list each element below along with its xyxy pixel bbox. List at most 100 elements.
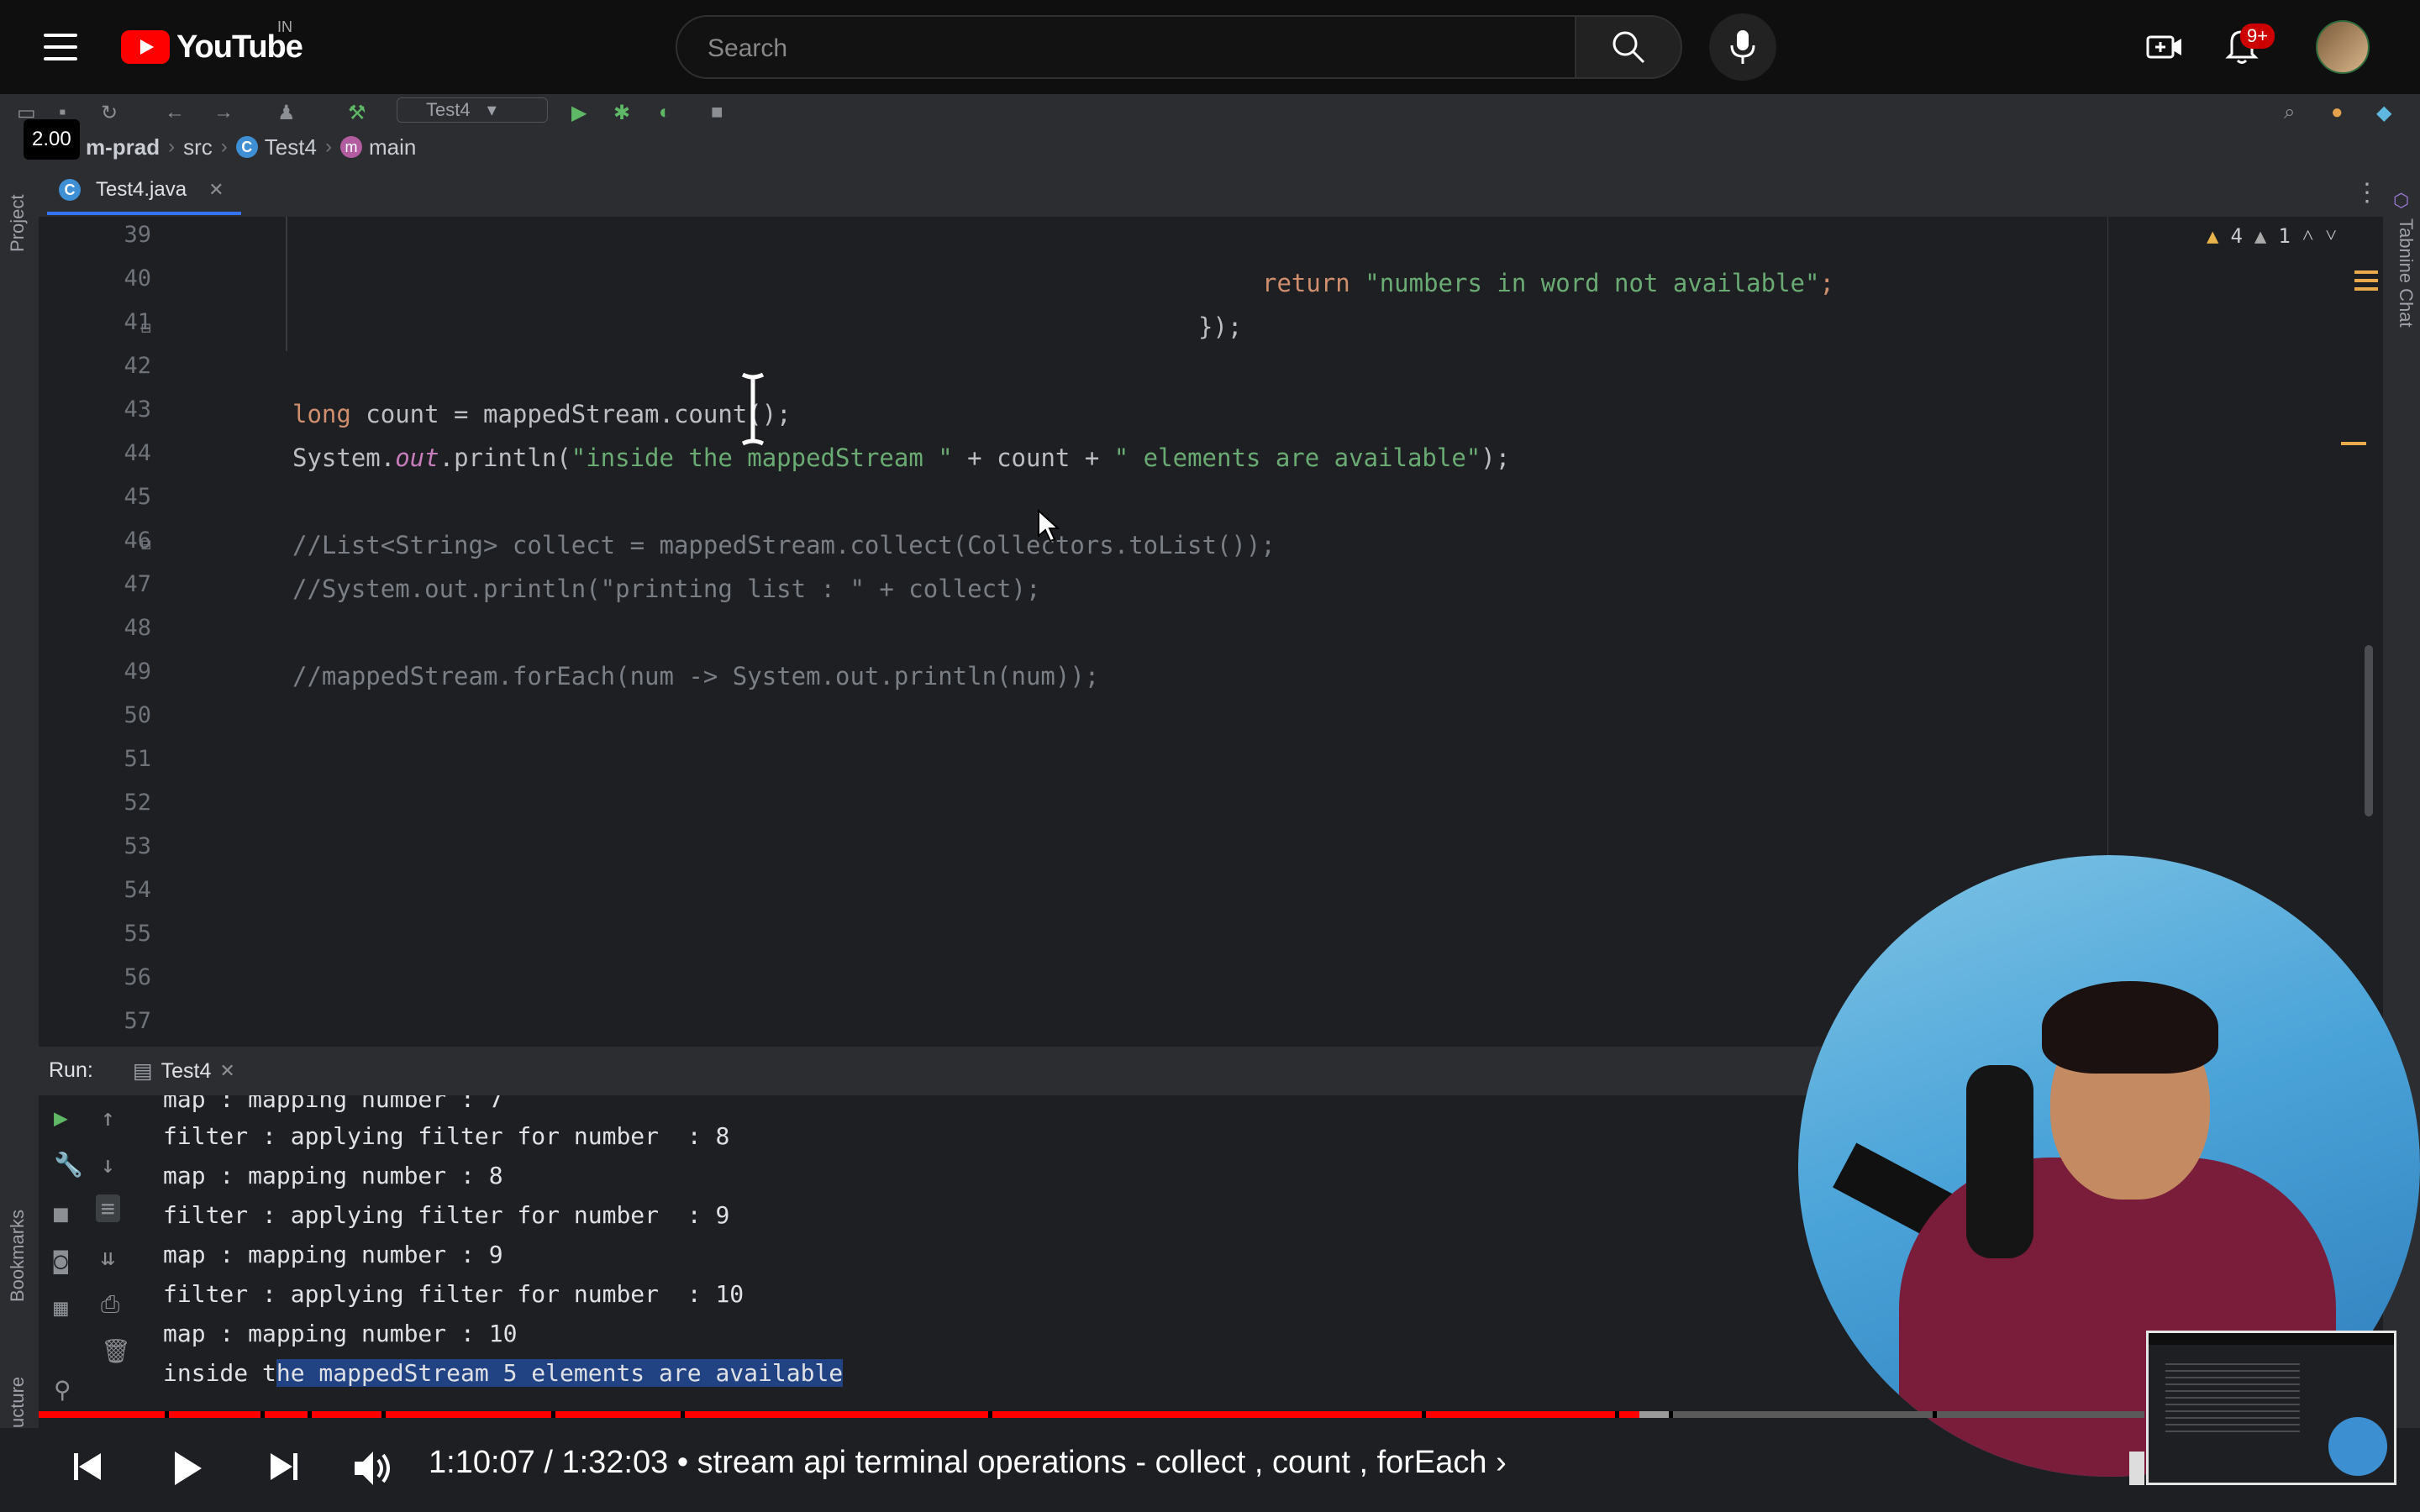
chapter-divider [1422,1411,1426,1418]
trash-icon[interactable]: 🗑 [101,1337,131,1365]
search-button[interactable] [1575,15,1682,79]
error-stripe-mark[interactable] [2341,442,2366,445]
ide-toolbar: ▭ ▪ ↻ ← → ♟ ⚒ Test4 ▾ ▶ ✱ ◐ ■ ⌕ ● ◆ [0,94,2420,126]
editor-tabs: C Test4.java ✕ ⋮ [39,168,2383,218]
time-and-chapter[interactable]: 1:10:07 / 1:32:03 • stream api terminal … [429,1445,1507,1481]
line-number: 56 [124,964,151,990]
progress-remaining [1670,1411,2144,1418]
line-number: 48 [124,615,151,641]
scroll-to-end-icon[interactable]: ⇊ [101,1243,115,1271]
error-stripe-marker-icon[interactable] [2354,270,2378,296]
breadcrumb-project[interactable]: m-prad [86,134,160,160]
play-icon[interactable] [166,1448,207,1488]
layout-icon[interactable]: ▦ [54,1294,68,1321]
chapter-divider [308,1411,312,1418]
previous-icon[interactable] [69,1448,106,1485]
run-configuration-select[interactable]: Test4 ▾ [397,97,548,123]
search-input[interactable] [706,32,1533,66]
user-avatar[interactable] [2316,20,2370,74]
line-number: 55 [124,921,151,947]
youtube-logo[interactable]: YouTube [121,27,303,67]
console-text: inside t [163,1359,276,1387]
run-icon[interactable]: ▶ [571,101,587,125]
run-tab-test4[interactable]: ▤ Test4 ✕ [133,1058,235,1084]
console-icon: ▤ [133,1059,153,1083]
code-line-46: //List<String> collect = mappedStream.co… [292,531,1276,559]
weak-warning-count: 1 [2278,223,2291,248]
debug-icon[interactable]: ✱ [613,101,630,125]
youtube-header: YouTube IN 9+ [0,0,2420,94]
player-controls: 1:10:07 / 1:32:03 • stream api terminal … [0,1428,2420,1512]
chevron-down-icon[interactable]: ˅ [2325,223,2337,248]
tabnine-chat-button[interactable]: Tabnine Chat [2395,218,2417,328]
create-video-icon[interactable] [2146,30,2183,64]
editor-scrollbar[interactable] [2365,645,2373,816]
line-number-gutter: 39 40 41 42 43 44 45 46 47 48 49 50 51 52 53 54 55 56 57 [39,217,151,1047]
chapter-divider [1933,1411,1937,1418]
left-tool-strip: Project Bookmarks ucture [0,168,39,1428]
bookmarks-tool-window-button[interactable]: Bookmarks [7,1210,29,1302]
build-hammer-icon[interactable]: ⚒ [348,101,366,125]
keyword-token: long [292,400,351,428]
code-line-47: //System.out.println("printing list : " … [292,575,1041,603]
rerun-icon[interactable]: ▶ [54,1104,68,1131]
static-field-token: out [395,444,439,472]
chapter-divider [988,1411,992,1418]
user-icon[interactable]: ♟ [277,101,296,125]
line-number: 42 [124,353,151,379]
breadcrumb-method[interactable]: m main [339,134,416,160]
more-options-icon[interactable]: ⋮ [2354,178,2380,207]
plugin-icon[interactable]: ◆ [2376,101,2391,125]
chevron-up-icon[interactable]: ˄ [2302,223,2314,248]
project-tool-window-button[interactable]: Project [7,195,29,252]
wrench-icon[interactable]: 🔧 [54,1151,83,1179]
subtitles-icon[interactable] [2129,1452,2144,1485]
volume-icon[interactable] [351,1448,395,1488]
next-icon[interactable] [266,1448,302,1485]
sync-icon[interactable]: ↻ [101,101,118,125]
camera-icon[interactable]: ◙ [54,1247,68,1274]
tab-test4-java[interactable]: C Test4.java ✕ [47,168,241,215]
scroll-down-icon[interactable]: ↓ [101,1151,115,1179]
structure-tool-window-button[interactable]: ucture [7,1377,29,1428]
fold-icon[interactable]: ⊟ [141,534,151,554]
stop-icon[interactable]: ■ [54,1200,68,1227]
chapter-divider [681,1411,685,1418]
semicolon-token: ; [1819,269,1834,297]
chapter-divider [1615,1411,1619,1418]
updates-icon[interactable]: ● [2331,101,2344,124]
fold-icon[interactable]: ⊟ [141,318,151,338]
pin-icon[interactable]: ⚲ [54,1376,71,1404]
breadcrumb-class-label: Test4 [264,134,317,160]
voice-search-button[interactable] [1709,13,1776,81]
back-icon[interactable]: ← [165,101,185,124]
youtube-play-logo-icon [121,30,170,64]
menu-icon[interactable] [44,30,77,64]
print-icon[interactable]: ⎙ [101,1290,119,1319]
thumbnail-header [2149,1333,2394,1345]
soft-wrap-icon[interactable]: ≡ [96,1194,120,1222]
console-line-result: inside the mappedStream 5 elements are a… [163,1359,844,1387]
breadcrumb-separator: › [220,135,228,158]
line-number: 43 [124,396,151,423]
progress-played [39,1411,1639,1418]
code-line-44: System.out.println("inside the mappedStr… [292,444,1510,472]
close-icon[interactable]: ✕ [219,1060,234,1082]
string-token: "numbers in word not available" [1365,269,1820,297]
coverage-icon[interactable]: ◐ [659,101,671,124]
breadcrumb-class[interactable]: C Test4 [235,134,317,160]
forward-icon[interactable]: → [213,101,234,124]
search-everywhere-icon[interactable]: ⌕ [2284,101,2295,124]
scroll-up-icon[interactable]: ↑ [101,1104,115,1131]
stop-icon[interactable]: ■ [711,101,723,124]
video-progress-bar[interactable] [39,1411,2144,1418]
console-line: map : mapping number : 10 [163,1320,518,1347]
line-number: 49 [124,659,151,685]
close-icon[interactable]: ✕ [208,179,224,201]
chapter-title[interactable]: • stream api terminal operations - colle… [677,1445,1507,1480]
inspection-widget[interactable]: ▲ 4 ▲ 1 ˄ ˅ [2207,223,2337,248]
chevron-down-icon: ▾ [487,99,497,120]
search-box[interactable] [676,15,1576,79]
breadcrumb-folder[interactable]: src [183,134,213,160]
text-cursor-icon [741,372,765,446]
